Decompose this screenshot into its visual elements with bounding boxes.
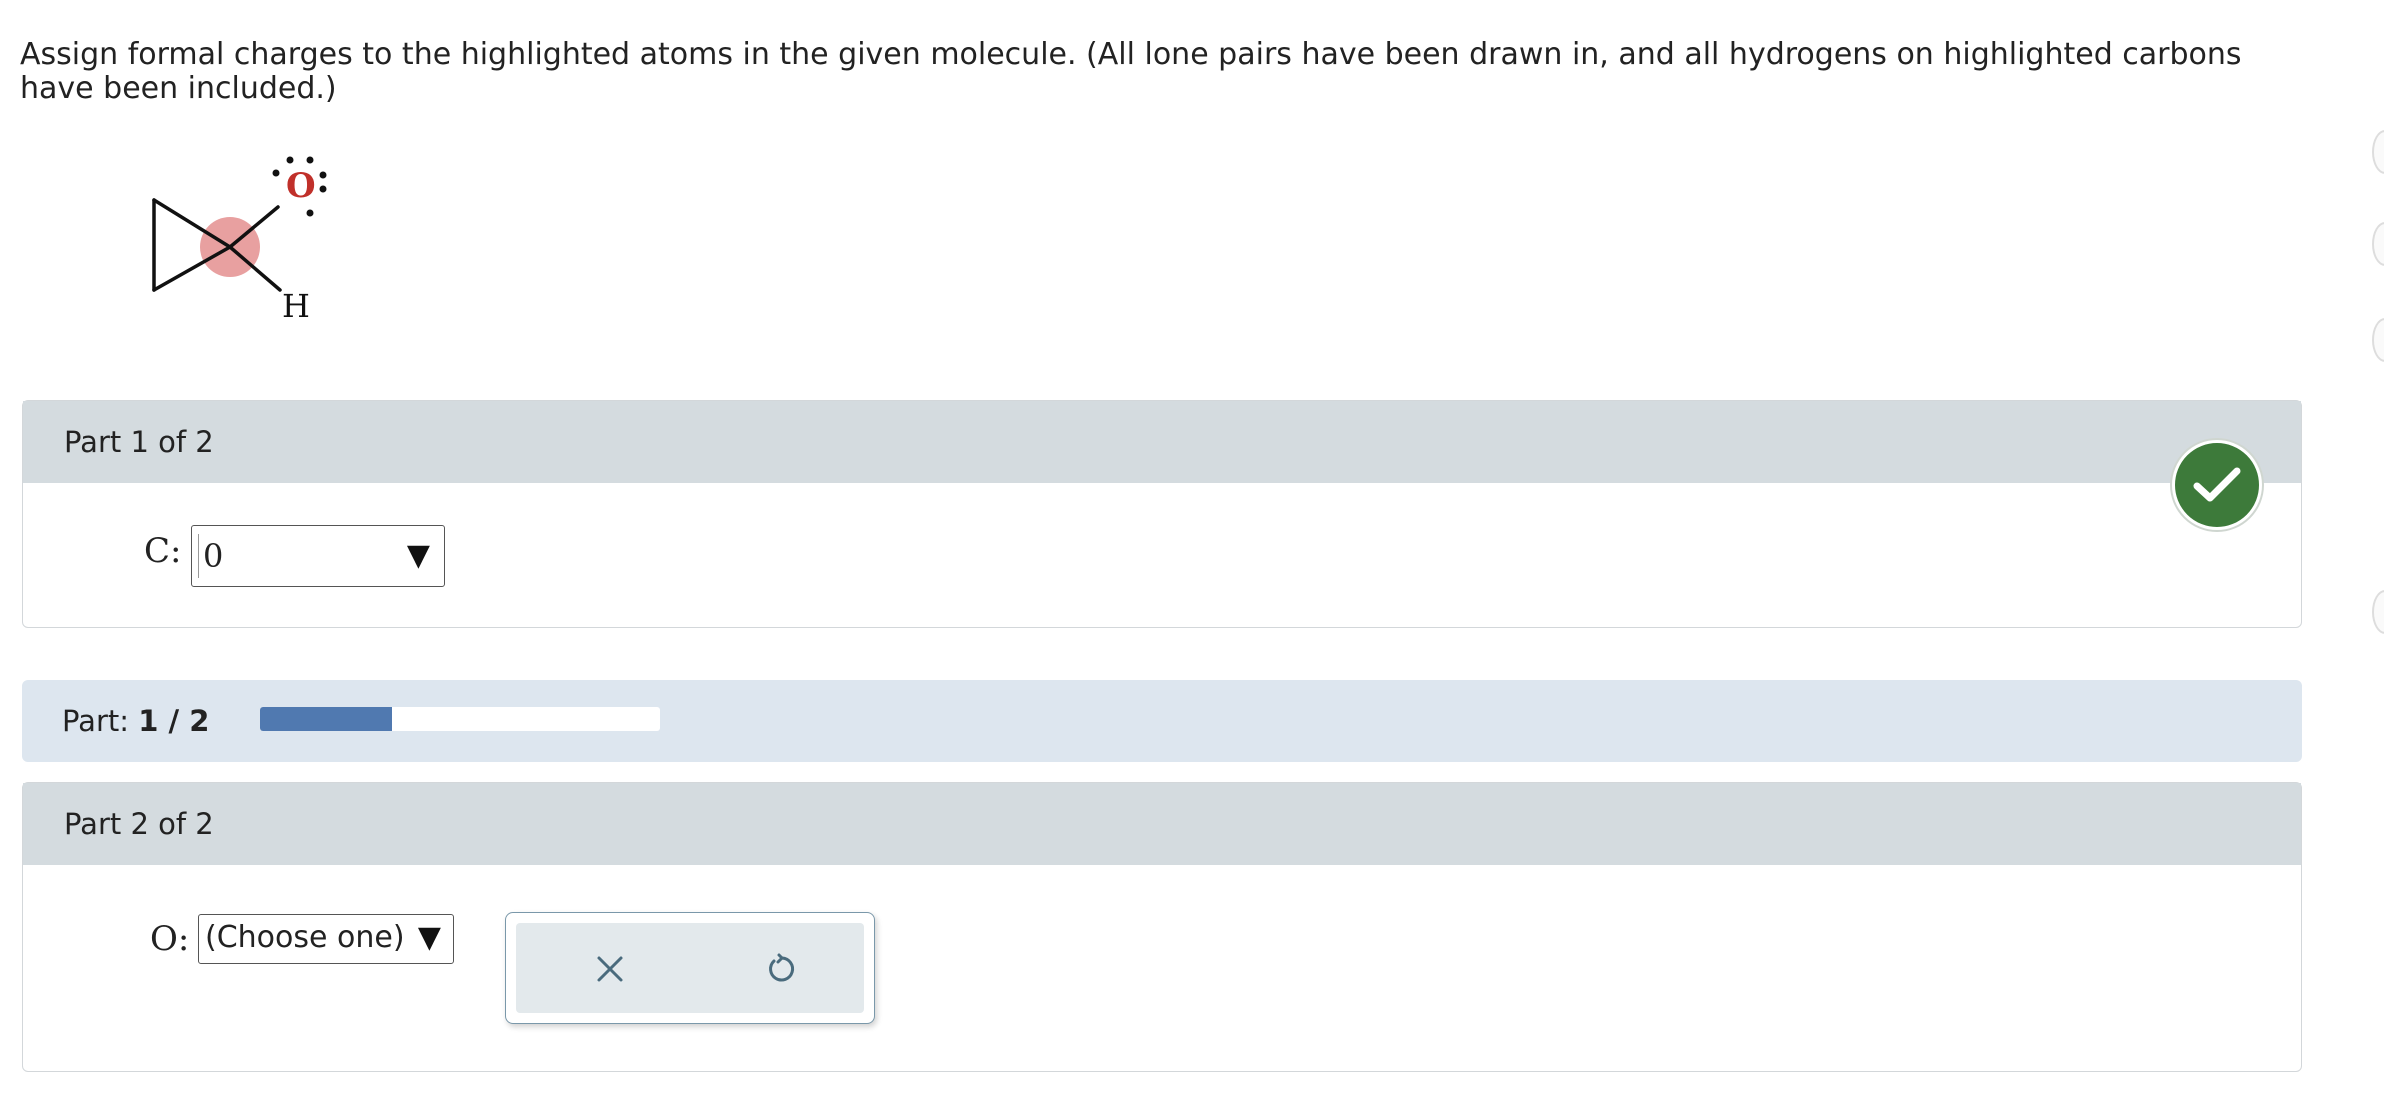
edge-tab-2[interactable]	[2372, 222, 2384, 266]
question-text: Assign formal charges to the highlighted…	[20, 37, 2242, 106]
progress-fill	[260, 707, 392, 731]
correct-check-icon	[2172, 440, 2262, 530]
progress-track	[260, 707, 660, 731]
part1-panel: Part 1 of 2 C: 0 ▼	[22, 400, 2302, 628]
progress-label: Part:	[62, 704, 130, 738]
dropdown-arrow-icon: ▼	[417, 920, 441, 955]
progress-value: 1 / 2	[138, 704, 210, 738]
progress-panel: Part: 1 / 2	[22, 680, 2302, 762]
part1-header: Part 1 of 2	[23, 401, 2301, 483]
oxygen-charge-select[interactable]: (Choose one) ▼	[198, 914, 454, 964]
oxygen-charge-value: (Choose one)	[205, 920, 405, 955]
carbon-charge-value: 0	[198, 534, 223, 578]
oxygen-label: O:	[150, 919, 190, 959]
part2-header: Part 2 of 2	[23, 783, 2301, 865]
answer-actions	[505, 912, 875, 1024]
edge-tab-4[interactable]	[2372, 590, 2384, 634]
edge-tab-3[interactable]	[2372, 318, 2384, 362]
molecule-diagram: O H	[152, 156, 327, 325]
edge-tab-1[interactable]	[2372, 130, 2384, 174]
carbon-label: C:	[144, 531, 182, 571]
hydrogen-atom: H	[282, 287, 310, 325]
x-icon[interactable]	[586, 945, 634, 993]
oxygen-atom: O	[286, 166, 316, 206]
progress-text: Part: 1 / 2	[62, 704, 209, 738]
answer-actions-inner	[516, 923, 864, 1013]
undo-icon[interactable]	[758, 945, 806, 993]
part2-panel: Part 2 of 2 O: (Choose one) ▼	[22, 782, 2302, 1072]
dropdown-arrow-icon: ▼	[406, 538, 430, 573]
carbon-charge-select[interactable]: 0 ▼	[191, 525, 445, 587]
